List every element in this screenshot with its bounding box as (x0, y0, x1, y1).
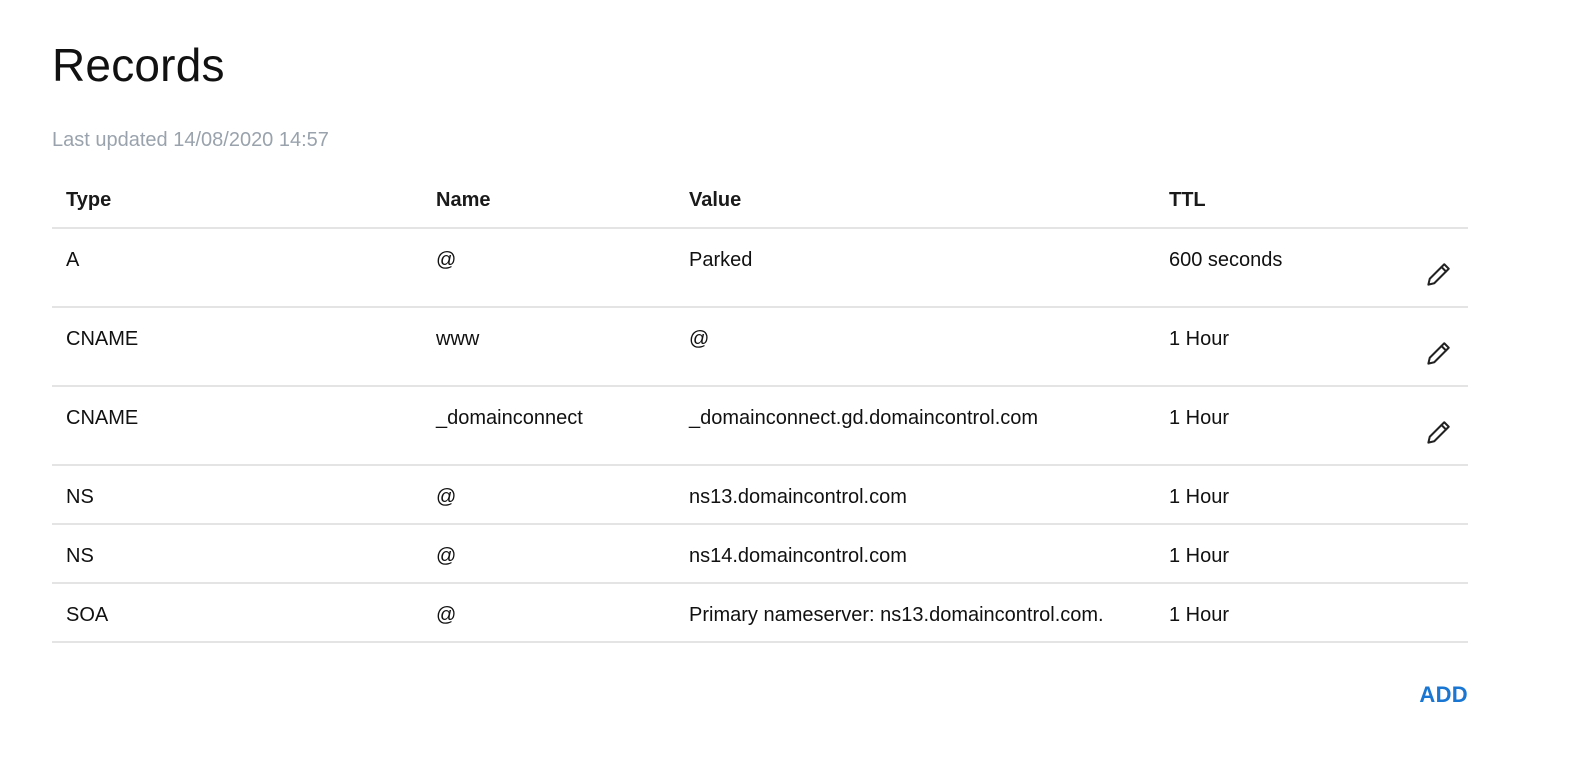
record-value: ns14.domaincontrol.com (689, 545, 907, 567)
table-row: NS @ ns13.domaincontrol.com 1 Hour (52, 466, 1468, 525)
record-type: SOA (66, 604, 109, 626)
record-value: @ (689, 328, 710, 350)
table-header: Type Name Value TTL (52, 174, 1468, 229)
record-value: Parked (689, 249, 753, 271)
table-row: NS @ ns14.domaincontrol.com 1 Hour (52, 525, 1468, 584)
record-name: @ (436, 486, 457, 508)
column-header-name: Name (436, 189, 491, 211)
record-name: @ (436, 249, 457, 271)
column-header-type: Type (66, 189, 112, 211)
table-row: CNAME www @ 1 Hour (52, 308, 1468, 387)
record-ttl: 1 Hour (1169, 604, 1230, 626)
page-title: Records (52, 39, 225, 91)
add-record-container: ADD (1419, 682, 1468, 708)
record-value: _domainconnect.gd.domaincontrol.com (689, 407, 1039, 429)
record-name: @ (436, 604, 457, 626)
pencil-icon (1427, 421, 1450, 444)
record-name: @ (436, 545, 457, 567)
record-type: CNAME (66, 407, 139, 429)
edit-record-button[interactable] (1422, 336, 1456, 370)
record-value: Primary nameserver: ns13.domaincontrol.c… (689, 604, 1104, 626)
table-row: A @ Parked 600 seconds (52, 229, 1468, 308)
table-row: SOA @ Primary nameserver: ns13.domaincon… (52, 584, 1468, 643)
records-table: Type Name Value TTL A @ Parked 600 secon… (52, 174, 1468, 643)
last-updated-text: Last updated 14/08/2020 14:57 (52, 129, 329, 151)
record-type: A (66, 249, 80, 271)
record-name: www (436, 328, 480, 350)
edit-record-button[interactable] (1422, 257, 1456, 291)
record-ttl: 1 Hour (1169, 328, 1230, 350)
record-type: NS (66, 486, 94, 508)
record-ttl: 1 Hour (1169, 545, 1230, 567)
pencil-icon (1427, 342, 1450, 365)
record-type: CNAME (66, 328, 139, 350)
column-header-value: Value (689, 189, 742, 211)
add-record-button[interactable]: ADD (1419, 682, 1468, 708)
record-value: ns13.domaincontrol.com (689, 486, 907, 508)
edit-record-button[interactable] (1422, 415, 1456, 449)
record-name: _domainconnect (436, 407, 583, 429)
record-type: NS (66, 545, 94, 567)
record-ttl: 1 Hour (1169, 486, 1230, 508)
record-ttl: 600 seconds (1169, 249, 1283, 271)
record-ttl: 1 Hour (1169, 407, 1230, 429)
column-header-ttl: TTL (1169, 189, 1206, 211)
table-row: CNAME _domainconnect _domainconnect.gd.d… (52, 387, 1468, 466)
pencil-icon (1427, 263, 1450, 286)
